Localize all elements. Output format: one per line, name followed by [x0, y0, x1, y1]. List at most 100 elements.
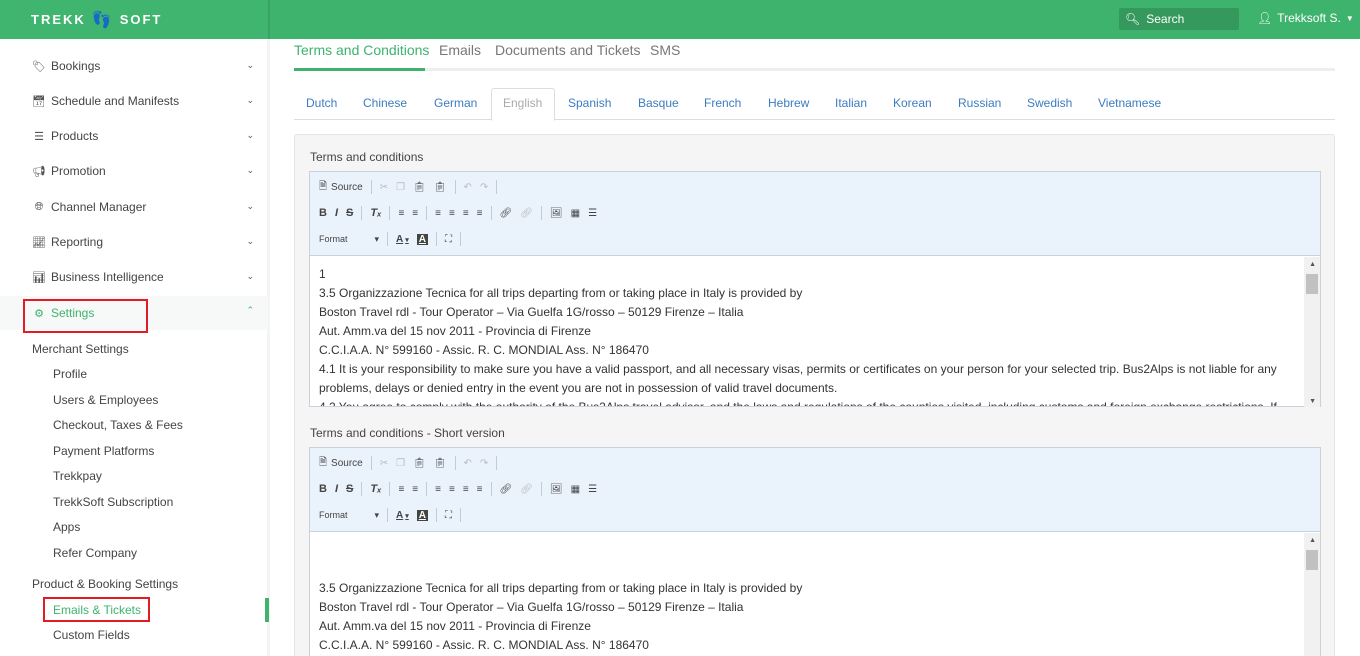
align-justify-icon[interactable]: ≡ — [477, 208, 483, 219]
copy-icon[interactable]: ❐ — [396, 182, 405, 193]
bold-icon[interactable]: B — [319, 483, 327, 495]
cut-icon[interactable]: ✂ — [380, 182, 388, 193]
user-menu[interactable]: 👤︎ Trekksoft S. ▼ — [1257, 11, 1354, 25]
sidebar-item-promotion[interactable]: 📢︎ Promotion ⌄ — [0, 154, 268, 188]
toolbar-separator — [361, 482, 363, 496]
align-center-icon[interactable]: ≡ — [449, 484, 455, 495]
sidebar-item-business-intelligence[interactable]: 📊︎ Business Intelligence ⌄ — [0, 260, 268, 294]
merchant-settings-heading: Merchant Settings — [32, 342, 129, 356]
brand-logo[interactable]: TREKK 👣 SOFT — [0, 0, 268, 39]
link-icon[interactable]: 🔗︎ — [500, 484, 513, 495]
paste-icon[interactable]: 📋︎ — [413, 458, 426, 469]
scroll-thumb[interactable] — [1306, 274, 1318, 294]
table-icon[interactable]: ▦ — [571, 208, 580, 219]
sidebar-link-payment-platforms[interactable]: Payment Platforms — [53, 444, 154, 458]
sidebar-item-channel-manager[interactable]: 🌐︎ Channel Manager ⌄ — [0, 190, 268, 224]
source-button[interactable]: 🗎︎ Source — [319, 179, 363, 196]
italic-icon[interactable]: I — [335, 483, 338, 495]
scroll-up-icon[interactable]: ▲ — [1309, 537, 1316, 544]
scroll-up-icon[interactable]: ▲ — [1309, 261, 1316, 268]
redo-icon[interactable]: ↷ — [480, 182, 488, 193]
tab-documents-and-tickets[interactable]: Documents and Tickets — [495, 42, 641, 58]
lang-tab-english[interactable]: English — [503, 96, 542, 110]
table-icon[interactable]: ▦ — [571, 484, 580, 495]
scroll-down-icon[interactable]: ▼ — [1309, 398, 1316, 405]
editor-scrollbar[interactable]: ▲ ▼ — [1304, 257, 1320, 407]
lang-tab-spanish[interactable]: Spanish — [568, 96, 611, 110]
terms-editor-content[interactable]: 1 3.5 Organizzazione Tecnica for all tri… — [310, 256, 1320, 406]
sidebar-link-trekksoft-subscription[interactable]: TrekkSoft Subscription — [53, 495, 173, 509]
format-dropdown[interactable]: Format ▾ — [319, 234, 379, 245]
source-button[interactable]: 🗎︎ Source — [319, 455, 363, 472]
lang-tab-italian[interactable]: Italian — [835, 96, 867, 110]
sidebar-link-profile[interactable]: Profile — [53, 367, 87, 381]
align-right-icon[interactable]: ≡ — [463, 208, 469, 219]
lang-tab-chinese[interactable]: Chinese — [363, 96, 407, 110]
tab-sms[interactable]: SMS — [650, 42, 680, 58]
sidebar-item-products[interactable]: ☰ Products ⌄ — [0, 119, 268, 153]
lang-tab-hebrew[interactable]: Hebrew — [768, 96, 809, 110]
sidebar-link-trekkpay[interactable]: Trekkpay — [53, 469, 102, 483]
search-box[interactable]: 🔍︎ Search — [1119, 8, 1239, 30]
clear-format-icon[interactable]: Tₓ — [370, 207, 381, 219]
lang-tab-swedish[interactable]: Swedish — [1027, 96, 1072, 110]
sidebar-item-reporting[interactable]: 📈︎ Reporting ⌄ — [0, 225, 268, 259]
horizontal-line-icon[interactable]: ☰ — [588, 484, 597, 495]
link-icon[interactable]: 🔗︎ — [500, 208, 513, 219]
strikethrough-icon[interactable]: S — [346, 483, 353, 495]
editor-scrollbar[interactable]: ▲ — [1304, 533, 1320, 656]
horizontal-line-icon[interactable]: ☰ — [588, 208, 597, 219]
sidebar-item-bookings[interactable]: 🏷︎ Bookings ⌄ — [0, 49, 268, 83]
unlink-icon[interactable]: 🔗︎ — [520, 484, 533, 495]
lang-tab-vietnamese[interactable]: Vietnamese — [1098, 96, 1161, 110]
bulleted-list-icon[interactable]: ≡ — [412, 208, 418, 219]
bulleted-list-icon[interactable]: ≡ — [412, 484, 418, 495]
sidebar-link-custom-fields[interactable]: Custom Fields — [53, 628, 130, 642]
format-dropdown[interactable]: Format ▾ — [319, 510, 379, 521]
align-left-icon[interactable]: ≡ — [435, 208, 441, 219]
sidebar-item-schedule[interactable]: 📅︎ Schedule and Manifests ⌄ — [0, 84, 268, 118]
bold-icon[interactable]: B — [319, 207, 327, 219]
lang-tab-german[interactable]: German — [434, 96, 477, 110]
maximize-icon[interactable]: ⛶ — [445, 510, 452, 521]
paste-word-icon[interactable]: 📋︎ — [434, 182, 447, 193]
tab-emails[interactable]: Emails — [439, 42, 481, 58]
background-color-button[interactable]: A — [416, 233, 428, 245]
lang-tab-dutch[interactable]: Dutch — [306, 96, 337, 110]
background-color-button[interactable]: A — [416, 509, 428, 521]
italic-icon[interactable]: I — [335, 207, 338, 219]
lang-tab-french[interactable]: French — [704, 96, 741, 110]
tab-terms-and-conditions[interactable]: Terms and Conditions — [294, 42, 429, 58]
align-right-icon[interactable]: ≡ — [463, 484, 469, 495]
clear-format-icon[interactable]: Tₓ — [370, 483, 381, 495]
lang-tab-basque[interactable]: Basque — [638, 96, 679, 110]
sidebar-link-apps[interactable]: Apps — [53, 520, 80, 534]
image-icon[interactable]: 🖼︎ — [550, 484, 563, 495]
align-left-icon[interactable]: ≡ — [435, 484, 441, 495]
terms-short-editor-content[interactable]: 3.5 Organizzazione Tecnica for all trips… — [310, 532, 1320, 656]
sidebar-link-users-employees[interactable]: Users & Employees — [53, 393, 158, 407]
sidebar-link-refer-company[interactable]: Refer Company — [53, 546, 137, 560]
numbered-list-icon[interactable]: ≡ — [398, 484, 404, 495]
copy-icon[interactable]: ❐ — [396, 458, 405, 469]
undo-icon[interactable]: ↶ — [464, 458, 472, 469]
lang-tab-russian[interactable]: Russian — [958, 96, 1001, 110]
undo-icon[interactable]: ↶ — [464, 182, 472, 193]
unlink-icon[interactable]: 🔗︎ — [520, 208, 533, 219]
globe-icon: 🌐︎ — [34, 200, 44, 213]
image-icon[interactable]: 🖼︎ — [550, 208, 563, 219]
sidebar-link-checkout-taxes-fees[interactable]: Checkout, Taxes & Fees — [53, 418, 183, 432]
redo-icon[interactable]: ↷ — [480, 458, 488, 469]
maximize-icon[interactable]: ⛶ — [445, 234, 452, 245]
scroll-thumb[interactable] — [1306, 550, 1318, 570]
numbered-list-icon[interactable]: ≡ — [398, 208, 404, 219]
paste-icon[interactable]: 📋︎ — [413, 182, 426, 193]
lang-tab-korean[interactable]: Korean — [893, 96, 932, 110]
align-center-icon[interactable]: ≡ — [449, 208, 455, 219]
align-justify-icon[interactable]: ≡ — [477, 484, 483, 495]
paste-word-icon[interactable]: 📋︎ — [434, 458, 447, 469]
cut-icon[interactable]: ✂ — [380, 458, 388, 469]
text-color-button[interactable]: A ▾ — [396, 234, 409, 245]
text-color-button[interactable]: A ▾ — [396, 510, 409, 521]
strikethrough-icon[interactable]: S — [346, 207, 353, 219]
